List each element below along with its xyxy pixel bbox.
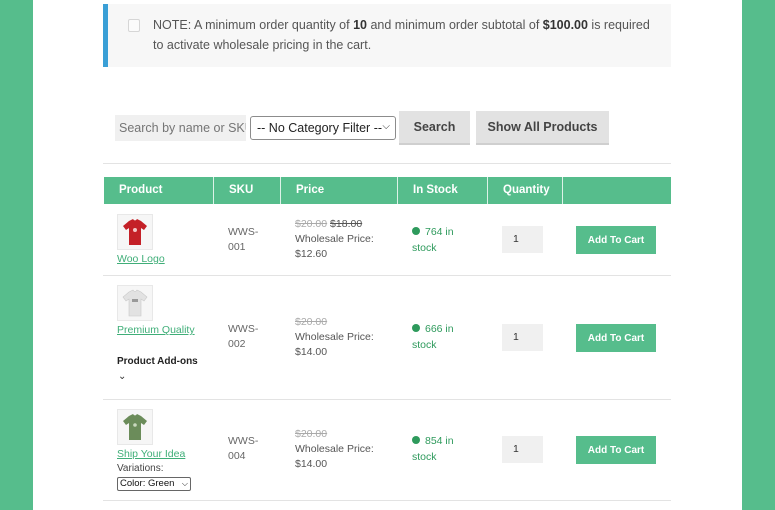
in-stock-icon (412, 227, 420, 235)
stock-status: 854 in stock (412, 433, 472, 465)
stock-status: 666 in stock (412, 321, 472, 353)
chevron-down-icon: ⌵ (382, 121, 390, 132)
product-price: $20.00 $18.00 Wholesale Price: $12.60 (295, 217, 395, 262)
header-product: Product (104, 177, 214, 204)
product-addons-label: Product Add-ons (117, 356, 198, 367)
stock-label: stock (412, 339, 437, 351)
sale-price: $18.00 (330, 218, 363, 230)
header-in-stock: In Stock (398, 177, 488, 204)
divider (103, 163, 671, 164)
notice-icon (128, 19, 140, 32)
stock-count: 764 in (425, 226, 454, 238)
category-filter-select[interactable]: -- No Category Filter -- ⌵ (250, 116, 396, 140)
quantity-input[interactable]: 1 (502, 226, 543, 253)
chevron-down-icon: ⌵ (181, 479, 188, 488)
original-price: $20.00 (295, 428, 328, 440)
price-original-line: $20.00 $18.00 (295, 217, 395, 232)
product-link[interactable]: Premium Quality (117, 324, 195, 336)
stock-status: 764 in stock (412, 224, 472, 256)
wholesale-price: $14.00 (295, 458, 328, 470)
sku-line: WWS- (228, 323, 259, 335)
original-price: $20.00 (295, 316, 328, 328)
product-sku: WWS- 002 (228, 322, 268, 352)
tshirt-icon (123, 219, 147, 245)
table-row: Ship Your Idea Variations: Color: Green … (103, 400, 671, 501)
product-thumbnail[interactable] (117, 285, 153, 321)
table-row: Premium Quality Product Add-ons ⌄ WWS- 00… (103, 276, 671, 400)
stock-label: stock (412, 242, 437, 254)
quantity-input[interactable]: 1 (502, 436, 543, 463)
add-to-cart-button[interactable]: Add To Cart (576, 324, 656, 352)
header-quantity: Quantity (488, 177, 563, 204)
search-button[interactable]: Search (399, 111, 470, 145)
add-to-cart-button[interactable]: Add To Cart (576, 226, 656, 254)
wholesale-label: Wholesale Price: (295, 233, 374, 245)
page-content: NOTE: A minimum order quantity of 10 and… (33, 0, 742, 510)
sku-line: 002 (228, 338, 246, 350)
search-input[interactable] (115, 115, 246, 141)
product-link[interactable]: Ship Your Idea (117, 448, 185, 460)
product-link[interactable]: Woo Logo (117, 253, 165, 265)
wholesale-label: Wholesale Price: (295, 331, 374, 343)
sku-line: WWS- (228, 435, 259, 447)
chevron-down-icon[interactable]: ⌄ (118, 371, 126, 382)
stock-count: 854 in (425, 435, 454, 447)
product-price: $20.00 Wholesale Price: $14.00 (295, 315, 395, 360)
header-action (563, 177, 671, 204)
add-to-cart-button[interactable]: Add To Cart (576, 436, 656, 464)
wholesale-notice: NOTE: A minimum order quantity of 10 and… (103, 4, 671, 67)
header-price: Price (281, 177, 398, 204)
product-sku: WWS- 001 (228, 225, 268, 255)
sku-line: 004 (228, 450, 246, 462)
wholesale-price: $14.00 (295, 346, 328, 358)
sku-line: 001 (228, 241, 246, 253)
table-row: Woo Logo WWS- 001 $20.00 $18.00 Wholesale… (103, 205, 671, 276)
in-stock-icon (412, 436, 420, 444)
stock-label: stock (412, 451, 437, 463)
in-stock-icon (412, 324, 420, 332)
variations-label: Variations: (117, 463, 164, 474)
variation-value: Color: Green (120, 478, 175, 489)
table-header: Product SKU Price In Stock Quantity (104, 177, 671, 204)
tshirt-icon (123, 414, 147, 440)
tshirt-icon (122, 289, 148, 317)
header-sku: SKU (214, 177, 281, 204)
product-thumbnail[interactable] (117, 214, 153, 250)
quantity-input[interactable]: 1 (502, 324, 543, 351)
product-price: $20.00 Wholesale Price: $14.00 (295, 427, 395, 472)
variation-select[interactable]: Color: Green ⌵ (117, 477, 191, 491)
stock-count: 666 in (425, 323, 454, 335)
category-filter-value: -- No Category Filter -- (257, 121, 383, 135)
product-thumbnail[interactable] (117, 409, 153, 445)
wholesale-price: $12.60 (295, 248, 328, 260)
sku-line: WWS- (228, 226, 259, 238)
product-sku: WWS- 004 (228, 434, 268, 464)
notice-text: NOTE: A minimum order quantity of 10 and… (153, 18, 650, 52)
wholesale-label: Wholesale Price: (295, 443, 374, 455)
show-all-products-button[interactable]: Show All Products (476, 111, 609, 145)
original-price: $20.00 (295, 218, 328, 230)
